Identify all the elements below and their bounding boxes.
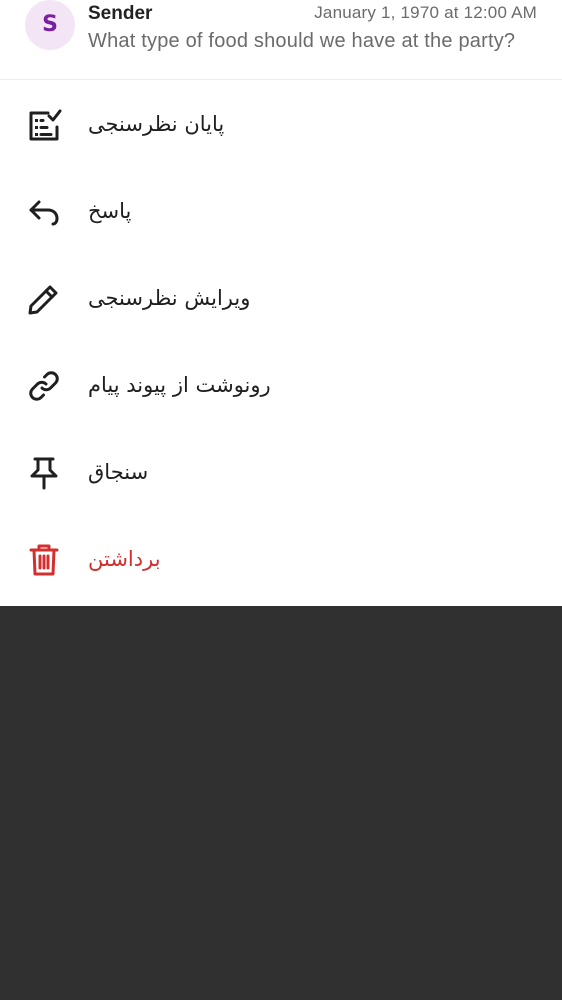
pin-icon [26, 455, 62, 491]
end-poll-icon [26, 107, 62, 143]
menu-item-label: ویرایش نظرسنجی [88, 286, 251, 310]
dimmed-backdrop[interactable] [0, 606, 562, 1000]
reply-icon [26, 194, 62, 230]
menu-item-label: برداشتن [88, 547, 161, 571]
action-sheet: S Sender January 1, 1970 at 12:00 AM Wha… [0, 0, 562, 606]
sender-name: Sender [88, 3, 153, 24]
avatar: S [25, 0, 75, 50]
menu-item-edit-poll[interactable]: ویرایش نظرسنجی [0, 255, 562, 342]
trash-icon [26, 542, 62, 578]
message-preview: What type of food should we have at the … [88, 30, 516, 52]
menu-item-pin[interactable]: سنجاق [0, 429, 562, 516]
pencil-icon [26, 281, 62, 317]
message-timestamp: January 1, 1970 at 12:00 AM [314, 3, 537, 22]
message-header: S Sender January 1, 1970 at 12:00 AM Wha… [0, 0, 562, 80]
menu-item-label: سنجاق [88, 460, 149, 484]
menu-item-label: رونوشت از پیوند پیام [88, 373, 271, 397]
menu-item-delete[interactable]: برداشتن [0, 516, 562, 603]
menu-item-label: پاسخ [88, 199, 132, 223]
menu-item-end-poll[interactable]: پایان نظرسنجی [0, 81, 562, 168]
link-icon [26, 368, 62, 404]
menu-item-reply[interactable]: پاسخ [0, 168, 562, 255]
menu-item-label: پایان نظرسنجی [88, 112, 225, 136]
menu-item-copy-link[interactable]: رونوشت از پیوند پیام [0, 342, 562, 429]
